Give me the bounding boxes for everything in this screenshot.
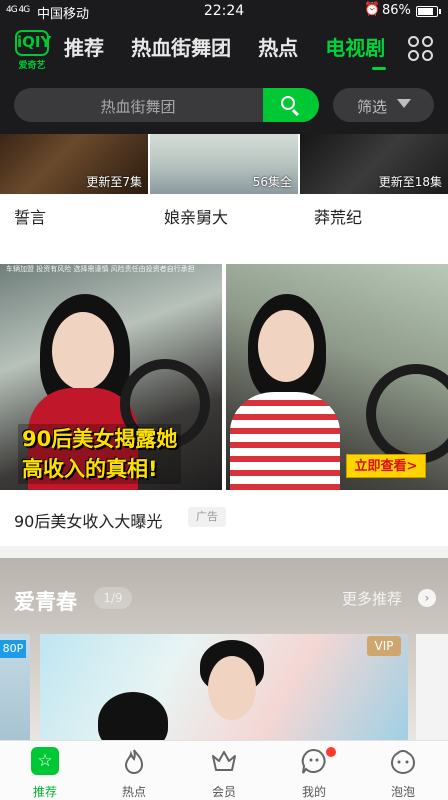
alarm-icon: ⏰ xyxy=(364,2,381,17)
episode-badge: 56集全 xyxy=(252,175,292,189)
drama-poster: 更新至7集 xyxy=(0,134,148,194)
active-tab-indicator xyxy=(372,67,386,70)
drama-card[interactable]: 更新至7集 誓言 xyxy=(0,134,148,228)
face-icon xyxy=(301,748,326,774)
bubble-icon xyxy=(390,749,416,774)
status-bar: 4G 4G 中国移动 22:24 ⏰ 86% xyxy=(0,0,448,24)
search-button[interactable] xyxy=(263,88,319,122)
battery-percent: 86% xyxy=(382,3,411,18)
logo-text: 爱奇艺 xyxy=(18,61,46,71)
ad-disclaimer: 车辆加盟 投资有风险 选择需谨慎 风险责任由投资者自行承担 xyxy=(6,265,195,273)
iqiyi-logo-icon: iQIY xyxy=(15,30,51,56)
bottom-tab-recommend[interactable]: ☆ 推荐 xyxy=(0,741,90,800)
tab-tv-series[interactable]: 电视剧 xyxy=(325,34,385,62)
ad-image[interactable]: 车辆加盟 投资有风险 选择需谨慎 风险责任由投资者自行承担 立即查看> 90后美… xyxy=(0,264,448,490)
header: 4G 4G 中国移动 22:24 ⏰ 86% iQIY 爱奇艺 推荐 热血街舞团… xyxy=(0,0,448,134)
channel-grid-icon[interactable] xyxy=(408,36,434,62)
bottom-tab-bar: ☆ 推荐 热点 会员 我的 泡泡 xyxy=(0,740,448,800)
app-logo[interactable]: iQIY 爱奇艺 xyxy=(12,30,52,74)
battery-icon xyxy=(416,6,441,17)
resolution-badge: 80P xyxy=(0,640,26,658)
search-icon xyxy=(281,96,295,110)
drama-title: 誓言 xyxy=(14,208,47,227)
ad-caption-line1: 90后美女揭露她 xyxy=(22,427,178,451)
drama-title: 莽荒纪 xyxy=(314,208,363,227)
bottom-tab-label: 热点 xyxy=(121,785,146,799)
search-input[interactable]: 热血街舞团 xyxy=(14,96,262,117)
page: 4G 4G 中国移动 22:24 ⏰ 86% iQIY 爱奇艺 推荐 热血街舞团… xyxy=(0,0,448,800)
bottom-tab-label: 我的 xyxy=(301,785,326,799)
bottom-tab-mine[interactable]: 我的 xyxy=(269,741,359,800)
funnel-icon xyxy=(397,99,411,108)
bottom-tab-label: 推荐 xyxy=(32,785,57,799)
vip-badge: VIP xyxy=(367,636,401,656)
tab-hot[interactable]: 热点 xyxy=(258,34,298,62)
flame-icon xyxy=(124,749,144,774)
crown-icon xyxy=(212,751,236,771)
bottom-tab-label: 泡泡 xyxy=(390,785,415,799)
channel-tabs: 推荐 热血街舞团 热点 电视剧 xyxy=(64,34,404,64)
ad-block[interactable]: 车辆加盟 投资有风险 选择需谨慎 风险责任由投资者自行承担 立即查看> 90后美… xyxy=(0,246,448,546)
section-title: 爱青春 xyxy=(14,590,77,614)
search-bar[interactable]: 热血街舞团 xyxy=(14,88,319,122)
drama-row: 更新至7集 誓言 56集全 娘亲舅大 更新至18集 莽荒纪 xyxy=(0,134,448,246)
section-youth: 爱青春 1/9 更多推荐 › 80P VIP xyxy=(0,558,448,740)
drama-poster: 更新至18集 xyxy=(300,134,448,194)
filter-label: 筛选 xyxy=(357,98,388,116)
ad-label-badge: 广告 xyxy=(188,507,226,527)
ad-caption: 90后美女揭露她 高收入的真相! xyxy=(18,424,182,484)
section-page-indicator: 1/9 xyxy=(94,587,132,609)
episode-badge: 更新至18集 xyxy=(378,175,442,189)
clock: 22:24 xyxy=(203,3,245,19)
tab-recommend[interactable]: 推荐 xyxy=(64,34,104,62)
more-recommend-link[interactable]: 更多推荐 xyxy=(342,588,402,609)
bottom-tab-vip[interactable]: 会员 xyxy=(179,741,269,800)
filter-button[interactable]: 筛选 xyxy=(333,88,434,122)
episode-badge: 更新至7集 xyxy=(86,175,142,189)
ad-cta-button[interactable]: 立即查看> xyxy=(346,454,426,478)
bottom-tab-bubble[interactable]: 泡泡 xyxy=(358,741,448,800)
carousel-card-main[interactable] xyxy=(40,634,408,740)
ad-photo-right: 立即查看> xyxy=(226,264,448,490)
tab-street-dance[interactable]: 热血街舞团 xyxy=(131,34,231,62)
bottom-tab-hot[interactable]: 热点 xyxy=(89,741,179,800)
drama-title: 娘亲舅大 xyxy=(164,208,229,227)
drama-poster: 56集全 xyxy=(150,134,298,194)
ad-title: 90后美女收入大曝光 xyxy=(14,512,163,531)
ad-caption-line2: 高收入的真相! xyxy=(22,457,158,481)
notification-dot xyxy=(326,747,336,757)
drama-card[interactable]: 56集全 娘亲舅大 xyxy=(150,134,298,228)
carousel-card-next[interactable] xyxy=(416,634,448,740)
chevron-right-icon[interactable]: › xyxy=(418,589,436,607)
star-icon: ☆ xyxy=(31,747,59,775)
drama-card[interactable]: 更新至18集 莽荒纪 xyxy=(300,134,448,228)
bottom-tab-label: 会员 xyxy=(211,785,236,799)
